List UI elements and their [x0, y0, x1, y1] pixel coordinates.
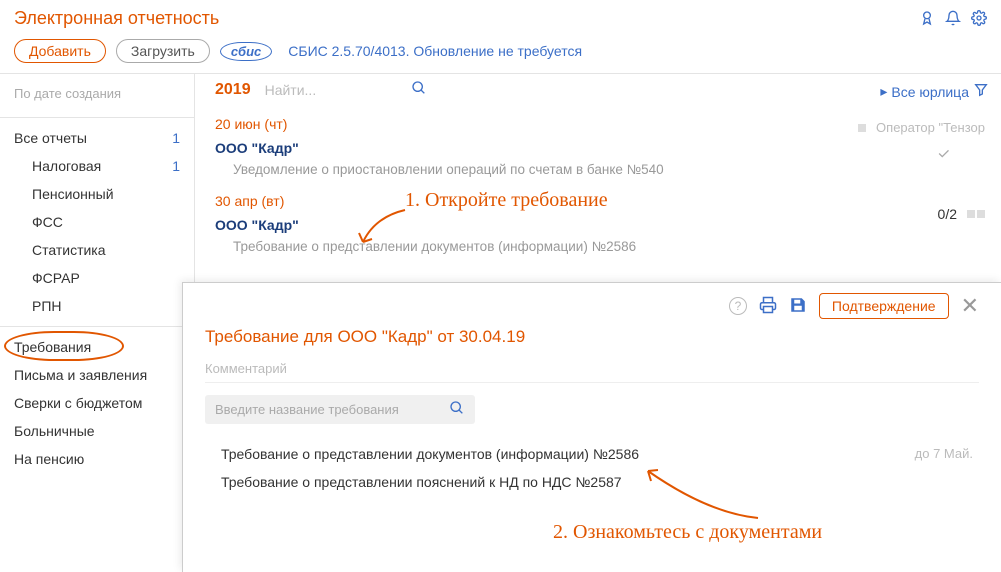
- org-name[interactable]: ООО "Кадр": [215, 217, 987, 233]
- save-icon[interactable]: [789, 296, 807, 317]
- entry-desc[interactable]: Требование о представлении документов (и…: [215, 239, 987, 254]
- sidebar-item[interactable]: Пенсионный: [0, 180, 194, 208]
- year-selector[interactable]: 2019: [215, 81, 251, 99]
- gear-icon[interactable]: [971, 10, 987, 29]
- sbis-logo: сбис: [220, 42, 272, 61]
- org-name[interactable]: ООО "Кадр": [215, 140, 987, 156]
- help-icon[interactable]: ?: [729, 297, 747, 315]
- search-input[interactable]: [265, 82, 405, 98]
- sidebar-item[interactable]: Сверки с бюджетом: [0, 389, 194, 417]
- comment-field[interactable]: Комментарий: [205, 361, 979, 383]
- counter: 0/2: [938, 206, 957, 222]
- check-icon: [936, 146, 951, 164]
- sidebar-item[interactable]: На пенсию: [0, 445, 194, 473]
- sidebar-item[interactable]: Больничные: [0, 417, 194, 445]
- entry-desc[interactable]: Уведомление о приостановлении операций п…: [215, 162, 987, 177]
- sort-label[interactable]: По дате создания: [0, 80, 194, 111]
- page-title: Электронная отчетность: [14, 8, 219, 28]
- bell-icon[interactable]: [945, 10, 961, 29]
- sidebar-item[interactable]: Статистика: [0, 236, 194, 264]
- dialog-title: Требование для ООО "Кадр" от 30.04.19: [205, 327, 979, 347]
- requirement-search-input[interactable]: [215, 402, 435, 417]
- sidebar-item[interactable]: ФСРАР: [0, 264, 194, 292]
- sidebar-item[interactable]: Письма и заявления: [0, 361, 194, 389]
- date-row: 30 апр (вт): [215, 193, 987, 209]
- version-text: СБИС 2.5.70/4013. Обновление не требуетс…: [288, 43, 582, 59]
- requirement-dialog: ? Подтверждение ✕ Требование для ООО "Ка…: [182, 282, 1001, 572]
- close-icon[interactable]: ✕: [961, 295, 979, 317]
- add-button[interactable]: Добавить: [14, 39, 106, 63]
- annotation-2: 2. Ознакомьтесь с документами: [553, 521, 822, 544]
- load-button[interactable]: Загрузить: [116, 39, 210, 63]
- search-icon[interactable]: [449, 400, 465, 419]
- sidebar-item[interactable]: ФСС: [0, 208, 194, 236]
- all-legal-link[interactable]: ▸ Все юрлица: [880, 82, 989, 101]
- requirement-item[interactable]: Требование о представлении пояснений к Н…: [205, 468, 979, 496]
- sidebar-item[interactable]: РПН: [0, 292, 194, 320]
- sidebar: По дате создания Все отчеты1Налоговая1Пе…: [0, 74, 195, 565]
- sidebar-item[interactable]: Требования: [0, 333, 194, 361]
- search-icon[interactable]: [411, 80, 427, 99]
- sidebar-item[interactable]: Налоговая1: [0, 152, 194, 180]
- confirm-button[interactable]: Подтверждение: [819, 293, 949, 319]
- operator-label: Оператор "Тензор: [876, 120, 985, 135]
- header-icons: [919, 10, 987, 29]
- award-icon[interactable]: [919, 10, 935, 29]
- filter-icon[interactable]: [973, 82, 989, 101]
- print-icon[interactable]: [759, 296, 777, 317]
- sidebar-item[interactable]: Все отчеты1: [0, 124, 194, 152]
- requirement-item[interactable]: Требование о представлении документов (и…: [205, 440, 979, 468]
